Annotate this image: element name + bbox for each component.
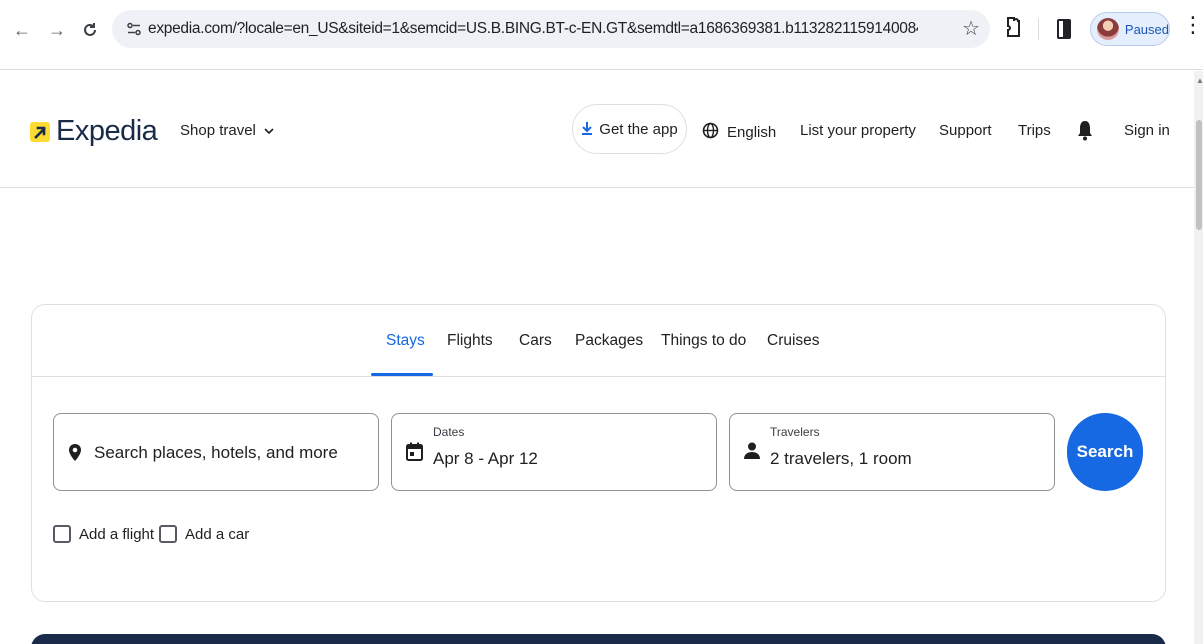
download-icon <box>581 121 593 138</box>
dates-field[interactable]: Dates Apr 8 - Apr 12 <box>391 413 717 491</box>
location-pin-icon <box>68 443 82 467</box>
profile-button[interactable]: Paused <box>1090 12 1170 46</box>
chevron-down-icon <box>264 122 274 139</box>
add-car-label: Add a car <box>185 525 250 543</box>
get-the-app-button[interactable]: Get the app <box>572 104 687 154</box>
shop-travel-menu[interactable]: Shop travel <box>180 122 274 139</box>
list-property-link[interactable]: List your property <box>800 122 916 139</box>
avatar <box>1097 18 1119 40</box>
globe-icon <box>702 122 719 143</box>
travelers-value: 2 travelers, 1 room <box>770 449 912 468</box>
scrollbar-thumb[interactable] <box>1196 120 1202 230</box>
search-card: Stays Flights Cars Packages Things to do… <box>31 304 1166 602</box>
get-app-label: Get the app <box>599 120 678 138</box>
scroll-up-icon[interactable]: ▲ <box>1196 76 1203 85</box>
logo-text: Expedia <box>56 115 158 147</box>
tab-cruises[interactable]: Cruises <box>767 332 820 350</box>
trips-link[interactable]: Trips <box>1018 122 1051 139</box>
person-icon <box>744 442 760 465</box>
toolbar-divider <box>1038 18 1039 40</box>
url-text[interactable]: expedia.com/?locale=en_US&siteid=1&semci… <box>148 20 918 38</box>
add-flight-checkbox[interactable] <box>53 525 71 543</box>
extensions-icon[interactable] <box>1005 16 1021 38</box>
tab-flights[interactable]: Flights <box>447 332 493 350</box>
side-panel-icon[interactable] <box>1057 19 1071 39</box>
active-tab-indicator <box>371 373 433 376</box>
site-info-icon[interactable] <box>124 20 144 38</box>
address-bar[interactable]: expedia.com/?locale=en_US&siteid=1&semci… <box>112 10 990 48</box>
tab-things-to-do[interactable]: Things to do <box>661 332 746 350</box>
dates-label: Dates <box>433 425 465 439</box>
tab-cars[interactable]: Cars <box>519 332 552 350</box>
destination-field[interactable]: Search places, hotels, and more <box>53 413 379 491</box>
reload-icon[interactable] <box>80 20 100 40</box>
expedia-logo[interactable]: Expedia <box>30 115 158 148</box>
logo-arrow-icon <box>30 121 50 142</box>
tab-packages[interactable]: Packages <box>575 332 643 350</box>
travelers-field[interactable]: Travelers 2 travelers, 1 room <box>729 413 1055 491</box>
back-arrow-icon[interactable]: ← <box>12 20 32 40</box>
calendar-icon <box>406 442 423 466</box>
language-label: English <box>727 124 777 141</box>
add-flight-label: Add a flight <box>79 525 155 543</box>
search-button[interactable]: Search <box>1067 413 1143 491</box>
star-icon[interactable]: ☆ <box>962 16 980 41</box>
dates-value: Apr 8 - Apr 12 <box>433 449 538 468</box>
tab-stays[interactable]: Stays <box>386 332 425 350</box>
profile-status: Paused <box>1124 21 1169 37</box>
bell-icon[interactable] <box>1076 119 1094 141</box>
add-car-checkbox[interactable] <box>159 525 177 543</box>
browser-toolbar: ← → expedia.com/?locale=en_US&siteid=1&s… <box>0 0 1203 70</box>
destination-placeholder: Search places, hotels, and more <box>94 443 338 462</box>
support-link[interactable]: Support <box>939 122 992 139</box>
add-car-option[interactable]: Add a car <box>159 525 249 543</box>
add-flight-option[interactable]: Add a flight <box>53 525 154 543</box>
language-selector[interactable]: English <box>702 122 776 143</box>
menu-icon[interactable]: ⋮ <box>1182 14 1203 36</box>
promo-banner <box>31 634 1166 644</box>
forward-arrow-icon[interactable]: → <box>47 20 67 40</box>
sign-in-link[interactable]: Sign in <box>1124 122 1170 139</box>
site-header: Expedia Shop travel Get the app English … <box>0 71 1203 188</box>
travelers-label: Travelers <box>770 425 820 439</box>
travel-tabs: Stays Flights Cars Packages Things to do… <box>32 305 1165 377</box>
shop-travel-label: Shop travel <box>180 122 256 139</box>
